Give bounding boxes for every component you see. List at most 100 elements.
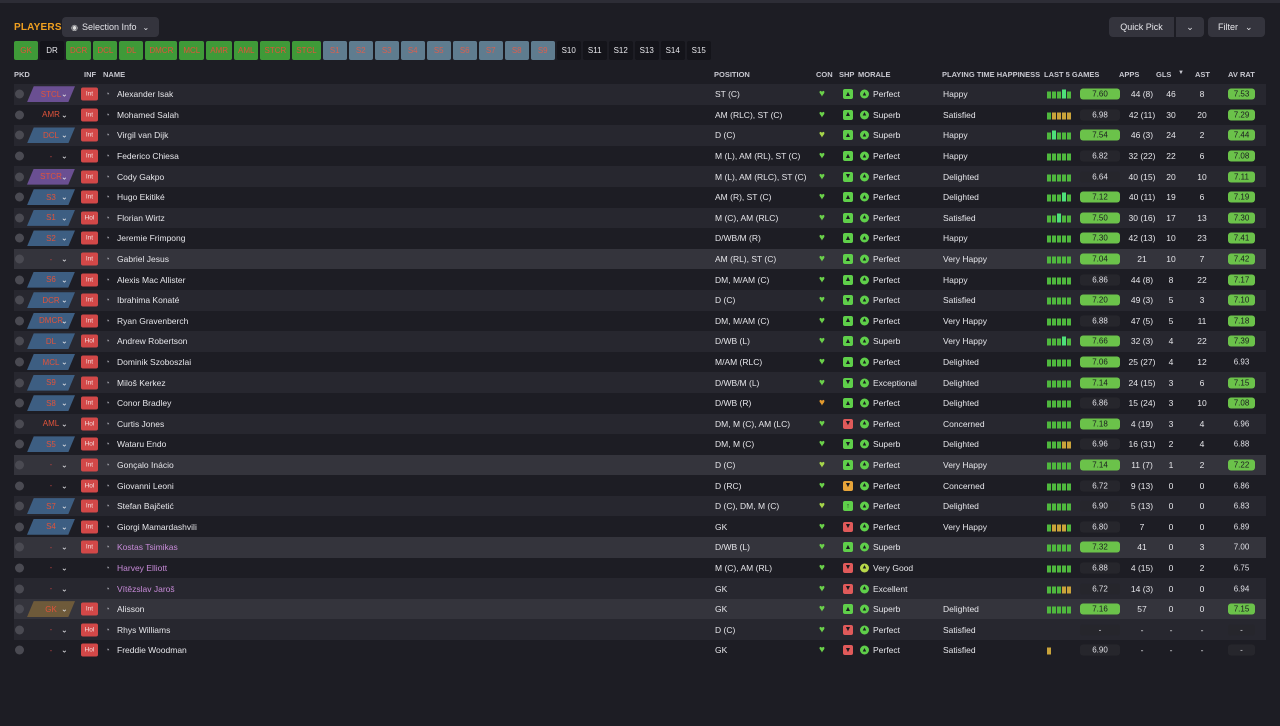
- chevron-down-icon[interactable]: ⌄: [61, 234, 68, 243]
- chevron-down-icon[interactable]: ⌄: [61, 110, 68, 119]
- position-chip[interactable]: AMR: [206, 41, 233, 60]
- chevron-down-icon[interactable]: ⌄: [61, 358, 68, 367]
- player-name[interactable]: Giorgi Mamardashvili: [117, 522, 197, 532]
- player-name[interactable]: Wataru Endo: [117, 439, 166, 449]
- position-chip[interactable]: S1: [322, 41, 347, 60]
- pkd-selector[interactable]: S7: [27, 498, 75, 515]
- col-last5[interactable]: LAST 5 GAMES: [1044, 70, 1099, 79]
- player-name[interactable]: Gonçalo Inácio: [117, 460, 174, 470]
- table-row[interactable]: DCL ⌄ Int ◔ Virgil van Dijk D (C) ♥ ▲ ▲ Superb Hap…: [14, 125, 1266, 146]
- pkd-selector[interactable]: S3: [27, 189, 75, 206]
- col-avrat[interactable]: AV RAT: [1228, 70, 1255, 79]
- table-row[interactable]: S1 ⌄ Hol ◔ Florian Wirtz M (C), AM (RLC) ♥ ▲ ▲ Pe…: [14, 207, 1266, 229]
- pkd-selector[interactable]: -: [27, 642, 75, 658]
- player-name[interactable]: Alexis Mac Allister: [117, 275, 186, 285]
- chevron-down-icon[interactable]: ⌄: [61, 605, 68, 614]
- player-name[interactable]: Conor Bradley: [117, 398, 171, 408]
- position-chip[interactable]: MCL: [179, 41, 205, 60]
- table-row[interactable]: S8 ⌄ Int ◔ Conor Bradley D/WB (R) ♥ ▲ ▲ Perfect De…: [14, 393, 1266, 414]
- pkd-selector[interactable]: -: [27, 478, 75, 494]
- row-select-checkbox[interactable]: [15, 584, 24, 594]
- position-chip[interactable]: S12: [608, 41, 633, 60]
- player-name[interactable]: Vítězslav Jaroš: [117, 584, 175, 594]
- pkd-selector[interactable]: S5: [27, 436, 75, 453]
- player-name[interactable]: Alisson: [117, 604, 144, 614]
- pkd-selector[interactable]: DCL: [27, 127, 75, 144]
- row-select-checkbox[interactable]: [15, 254, 24, 264]
- position-chip[interactable]: S6: [452, 41, 477, 60]
- chevron-down-icon[interactable]: ⌄: [61, 213, 68, 222]
- row-select-checkbox[interactable]: [15, 481, 24, 491]
- player-name[interactable]: Dominik Szoboszlai: [117, 357, 191, 367]
- position-chip[interactable]: S13: [634, 41, 659, 60]
- position-chip[interactable]: S8: [504, 41, 529, 60]
- chevron-down-icon[interactable]: ⌄: [61, 584, 68, 593]
- row-select-checkbox[interactable]: [15, 336, 24, 346]
- table-row[interactable]: S6 ⌄ Int ◔ Alexis Mac Allister DM, M/AM (C) ♥ ▲…: [14, 269, 1266, 290]
- table-row[interactable]: AML ⌄ Hol ◔ Curtis Jones DM, M (C), AM (LC) ♥ ▼…: [14, 413, 1266, 435]
- chevron-down-icon[interactable]: ⌄: [61, 275, 68, 284]
- table-row[interactable]: - ⌄ ◔ Harvey Elliott M (C), AM (RL) ♥ ▼ ▲ Very G…: [14, 558, 1266, 579]
- row-select-checkbox[interactable]: [15, 378, 24, 388]
- chevron-down-icon[interactable]: ⌄: [61, 625, 68, 634]
- table-row[interactable]: DCR ⌄ Int ◔ Ibrahima Konaté D (C) ♥ ▼ ▲ Perfect Sa…: [14, 289, 1266, 311]
- chevron-down-icon[interactable]: ⌄: [61, 460, 68, 469]
- position-chip[interactable]: S5: [426, 41, 451, 60]
- table-row[interactable]: S3 ⌄ Int ◔ Hugo Ekitiké AM (R), ST (C) ♥ ▲ ▲ Perf…: [14, 187, 1266, 208]
- chevron-down-icon[interactable]: ⌄: [61, 337, 68, 346]
- row-select-checkbox[interactable]: [15, 357, 24, 367]
- row-select-checkbox[interactable]: [15, 439, 24, 449]
- pkd-selector[interactable]: S6: [27, 271, 75, 288]
- table-row[interactable]: - ⌄ Hol ◔ Freddie Woodman GK ♥ ▼ ▲ Perfect Satisfi…: [14, 640, 1266, 661]
- player-name[interactable]: Federico Chiesa: [117, 151, 179, 161]
- col-pkd[interactable]: PKD: [14, 70, 30, 79]
- row-select-checkbox[interactable]: [15, 89, 24, 99]
- row-select-checkbox[interactable]: [15, 542, 24, 552]
- table-row[interactable]: - ⌄ Int ◔ Gabriel Jesus AM (RL), ST (C) ♥ ▲ ▲ Per…: [14, 248, 1266, 270]
- row-select-checkbox[interactable]: [15, 151, 24, 161]
- row-select-checkbox[interactable]: [15, 130, 24, 140]
- player-name[interactable]: Ryan Gravenberch: [117, 316, 188, 326]
- row-select-checkbox[interactable]: [15, 316, 24, 326]
- position-chip[interactable]: S2: [348, 41, 373, 60]
- table-row[interactable]: S2 ⌄ Int ◔ Jeremie Frimpong D/WB/M (R) ♥ ▲ ▲ Perf…: [14, 228, 1266, 249]
- pkd-selector[interactable]: GK: [27, 601, 75, 618]
- chevron-down-icon[interactable]: ⌄: [61, 378, 68, 387]
- player-name[interactable]: Hugo Ekitiké: [117, 192, 165, 202]
- position-chip[interactable]: S4: [400, 41, 425, 60]
- pkd-selector[interactable]: S1: [27, 209, 75, 226]
- pkd-selector[interactable]: AML: [27, 416, 75, 432]
- table-row[interactable]: - ⌄ ◔ Vítězslav Jaroš GK ♥ ▼ ▲ Excellent 6.72 14 (…: [14, 578, 1266, 599]
- chevron-down-icon[interactable]: ⌄: [61, 646, 68, 655]
- chevron-down-icon[interactable]: ⌄: [61, 193, 68, 202]
- position-chip[interactable]: STCL: [292, 41, 321, 60]
- pkd-selector[interactable]: -: [27, 622, 75, 638]
- col-position[interactable]: POSITION: [714, 70, 750, 79]
- row-select-checkbox[interactable]: [15, 172, 24, 182]
- col-name[interactable]: NAME: [103, 70, 125, 79]
- table-row[interactable]: STCL ⌄ Int ◔ Alexander Isak ST (C) ♥ ▲ ▲ Perfect H…: [14, 84, 1266, 105]
- table-row[interactable]: - ⌄ Int ◔ Federico Chiesa M (L), AM (RL), ST …: [14, 146, 1266, 167]
- pkd-selector[interactable]: DMCR: [27, 312, 75, 329]
- position-chip[interactable]: GK: [14, 41, 38, 60]
- position-chip[interactable]: S9: [530, 41, 555, 60]
- chevron-down-icon[interactable]: ⌄: [61, 131, 68, 140]
- player-name[interactable]: Rhys Williams: [117, 625, 170, 635]
- table-row[interactable]: S4 ⌄ Int ◔ Giorgi Mamardashvili GK ♥ ▼ ▲ Perfect V…: [14, 516, 1266, 537]
- selection-info-button[interactable]: ◉ Selection Info ⌄: [62, 17, 159, 37]
- position-chip[interactable]: S7: [478, 41, 503, 60]
- sort-desc-icon[interactable]: ▼: [1178, 70, 1184, 76]
- quick-pick-dropdown[interactable]: ⌄: [1176, 17, 1204, 37]
- player-name[interactable]: Cody Gakpo: [117, 172, 164, 182]
- chevron-down-icon[interactable]: ⌄: [61, 172, 68, 181]
- position-chip[interactable]: STCR: [260, 41, 291, 60]
- table-row[interactable]: - ⌄ Hol ◔ Rhys Williams D (C) ♥ ▼ ▲ Perfect Satisf…: [14, 619, 1266, 641]
- position-chip[interactable]: S15: [686, 41, 711, 60]
- col-shp[interactable]: SHP: [839, 70, 854, 79]
- player-name[interactable]: Ibrahima Konaté: [117, 295, 179, 305]
- row-select-checkbox[interactable]: [15, 501, 24, 511]
- chevron-down-icon[interactable]: ⌄: [61, 90, 68, 99]
- row-select-checkbox[interactable]: [15, 275, 24, 285]
- col-con[interactable]: CON: [816, 70, 833, 79]
- player-name[interactable]: Alexander Isak: [117, 89, 173, 99]
